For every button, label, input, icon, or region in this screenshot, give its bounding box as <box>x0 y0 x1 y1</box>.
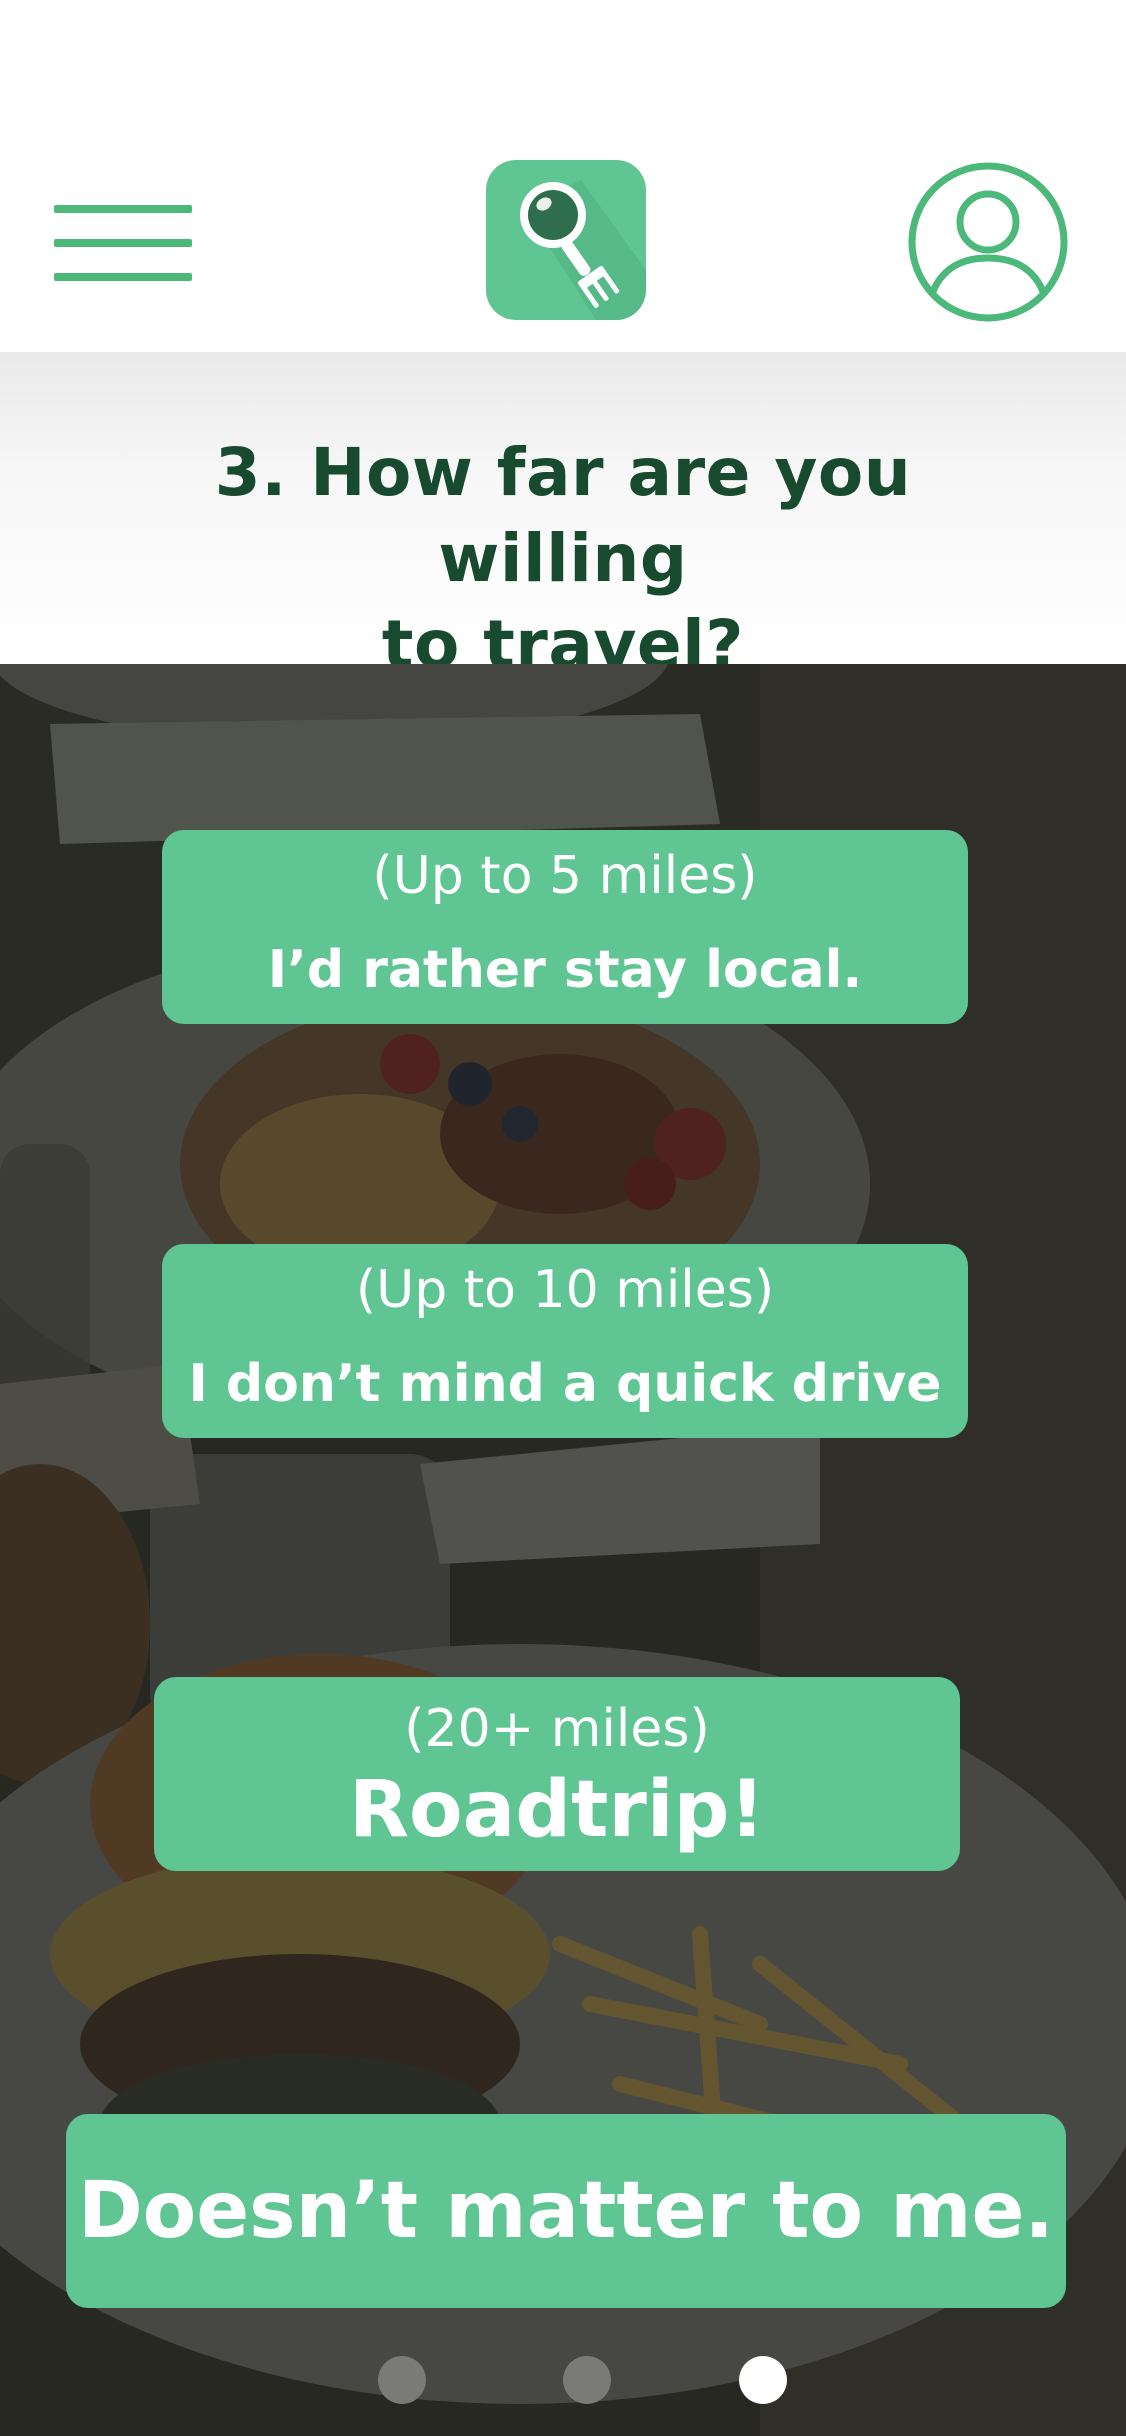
option-quick-drive-button[interactable]: (Up to 10 miles) I don’t mind a quick dr… <box>162 1244 968 1438</box>
option-range-label: (Up to 10 miles) <box>355 1260 775 1320</box>
option-stay-local-button[interactable]: (Up to 5 miles) I’d rather stay local. <box>162 830 968 1024</box>
option-roadtrip-button[interactable]: (20+ miles) Roadtrip! <box>154 1677 960 1871</box>
option-range-label: (20+ miles) <box>404 1699 710 1759</box>
option-label: I’d rather stay local. <box>267 940 863 1000</box>
magnifier-fork-logo <box>486 160 646 320</box>
pagination-dots <box>0 2356 1126 2406</box>
app-header <box>0 0 1126 352</box>
option-label: Doesn’t matter to me. <box>77 2166 1055 2256</box>
option-doesnt-matter-button[interactable]: Doesn’t matter to me. <box>66 2114 1066 2308</box>
page-dot-2[interactable] <box>563 2356 611 2404</box>
hamburger-menu-icon[interactable] <box>54 205 192 281</box>
question-heading: 3. How far are you willing to travel? <box>80 430 1046 688</box>
page-dot-3-active[interactable] <box>739 2356 787 2404</box>
question-line-1: 3. How far are you willing <box>214 434 912 597</box>
option-range-label: (Up to 5 miles) <box>372 846 758 906</box>
user-profile-icon[interactable] <box>906 160 1070 324</box>
page-dot-1[interactable] <box>378 2356 426 2404</box>
option-label: I don’t mind a quick drive <box>188 1354 942 1414</box>
option-label: Roadtrip! <box>348 1765 765 1855</box>
